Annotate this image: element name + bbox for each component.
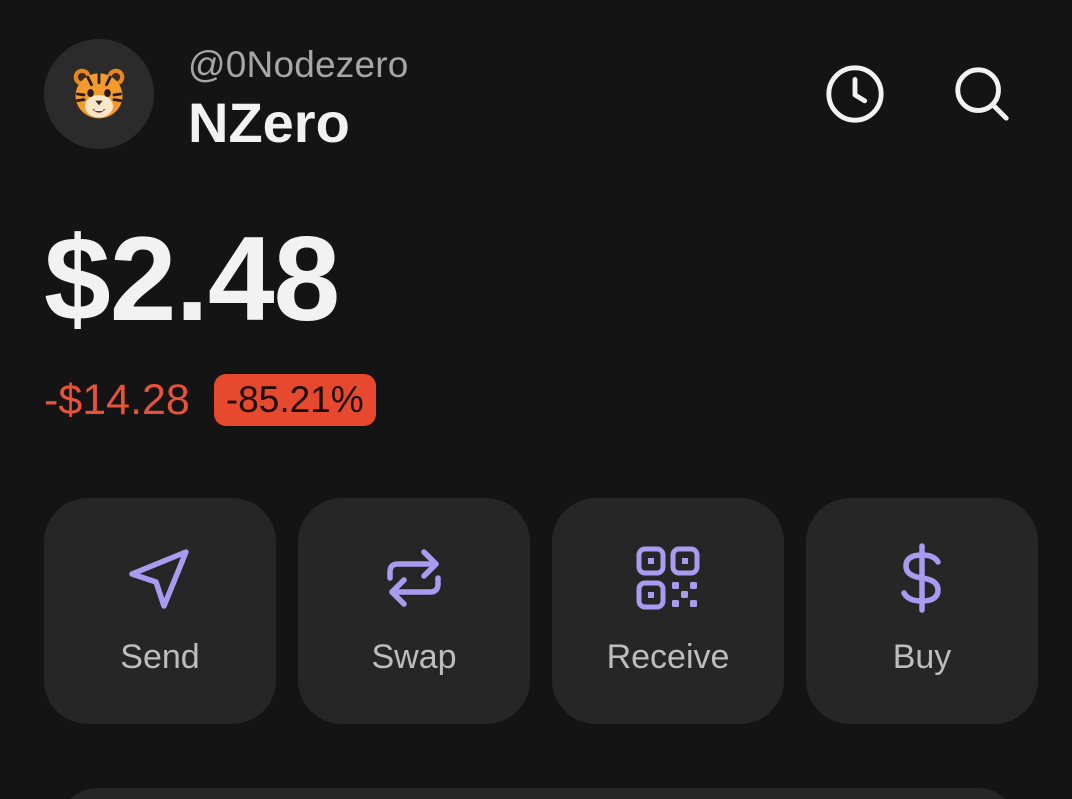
tiger-avatar-icon [73,68,125,119]
buy-label: Buy [892,638,952,676]
change-percent-badge: -85.21% [213,374,376,427]
wallet-home-screen: @0Nodezero NZero $2.48 -$14.28 -85.21% S… [0,0,1072,799]
history-button[interactable] [823,62,887,126]
buy-button[interactable]: Buy [806,498,1038,724]
send-icon [129,549,189,609]
send-label: Send [120,638,200,676]
swap-button[interactable]: Swap [298,498,530,724]
bottom-panel [58,788,1018,799]
avatar[interactable] [44,39,154,149]
account-name[interactable]: NZero [188,90,350,155]
account-handle: @0Nodezero [188,44,409,85]
send-button[interactable]: Send [44,498,276,724]
receive-button[interactable]: Receive [552,498,784,724]
receive-label: Receive [606,638,730,676]
swap-icon [387,549,441,607]
balance-change-row: -$14.28 -85.21% [44,374,376,427]
quick-actions: Send Swap Receive Buy [44,498,1038,724]
clock-icon [826,65,884,123]
search-button[interactable] [950,62,1014,126]
change-amount: -$14.28 [44,375,190,424]
search-icon [955,67,1009,121]
swap-label: Swap [371,638,457,676]
total-balance: $2.48 [44,212,340,346]
dollar-icon [901,543,941,613]
qr-code-icon [636,546,700,610]
